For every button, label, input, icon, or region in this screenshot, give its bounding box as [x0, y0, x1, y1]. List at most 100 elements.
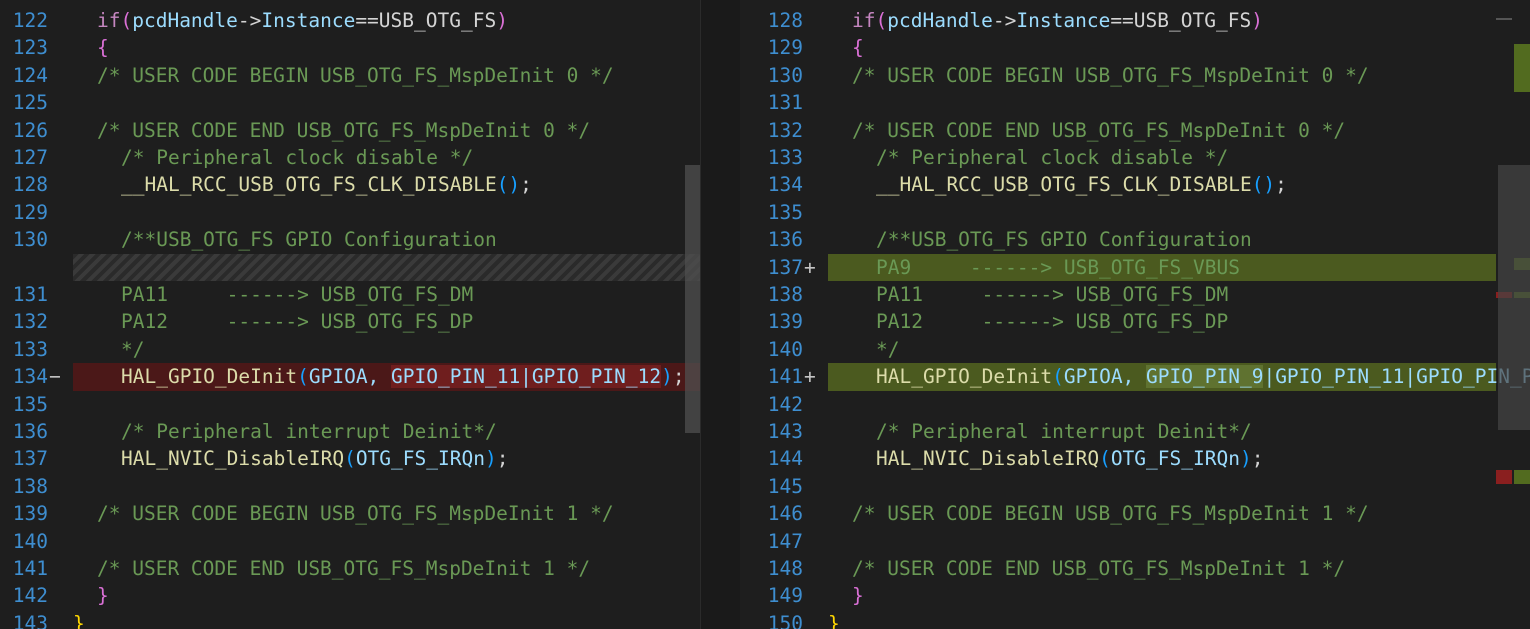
line-number: 148	[767, 557, 803, 580]
code-line-137: HAL_NVIC_DisableIRQ(OTG_FS_IRQn);	[73, 445, 700, 472]
line-number: 133	[12, 337, 48, 361]
left-scrollbar-thumb[interactable]	[685, 165, 700, 433]
argument: GPIOA,	[1063, 365, 1147, 389]
line-number: 142	[12, 584, 48, 608]
line-number: 127	[12, 146, 48, 169]
operator: ->	[992, 9, 1017, 32]
removed-highlight: GPIO_PIN_11|GPIO_PIN_12	[391, 365, 662, 389]
bracket: )	[496, 9, 508, 32]
code-line-141-added: HAL_GPIO_DeInit(GPIOA, GPIO_PIN_9|GPIO_P…	[828, 363, 1530, 391]
bracket: (	[344, 447, 356, 471]
line-number: 146	[767, 502, 803, 526]
brace: }	[73, 611, 85, 629]
bracket: ()	[1251, 173, 1276, 197]
bracket: (	[1099, 447, 1111, 471]
code-line-143: }	[73, 610, 700, 629]
brace: {	[852, 36, 864, 60]
function-call: HAL_NVIC_DisableIRQ	[121, 447, 345, 471]
line-number: 134	[767, 173, 803, 197]
comment: /* Peripheral interrupt Deinit*/	[876, 420, 1252, 443]
code-line-142: }	[73, 582, 700, 609]
bracket: )	[1251, 9, 1263, 32]
argument: GPIOA,	[308, 365, 392, 389]
line-number: 142	[767, 392, 803, 416]
identifier: Instance	[1016, 9, 1111, 32]
comment: /* USER CODE END USB_OTG_FS_MspDeInit 0 …	[852, 118, 1346, 142]
code-line-137-added: PA9 ------> USB_OTG_FS_VBUS	[828, 253, 1496, 281]
code-line-124: /* USER CODE BEGIN USB_OTG_FS_MspDeInit …	[73, 62, 700, 89]
line-number: 131	[12, 283, 48, 306]
original-pane[interactable]: 122 123 124 125 126 127 128 129 130 131 132 133 134−…	[0, 0, 700, 629]
code-line-127: /* Peripheral clock disable */	[73, 144, 700, 171]
code-line-136: /**USB_OTG_FS GPIO Configuration	[828, 226, 1496, 253]
comment: /* USER CODE BEGIN USB_OTG_FS_MspDeInit …	[852, 63, 1369, 87]
code-line-149: }	[828, 582, 1496, 609]
comment: /* USER CODE BEGIN USB_OTG_FS_MspDeInit …	[97, 63, 614, 87]
code-line-144: HAL_NVIC_DisableIRQ(OTG_FS_IRQn);	[828, 445, 1496, 472]
bracket: )	[1239, 447, 1252, 471]
code-line-139: /* USER CODE BEGIN USB_OTG_FS_MspDeInit …	[73, 500, 700, 527]
code-line-130: /* USER CODE BEGIN USB_OTG_FS_MspDeInit …	[828, 62, 1496, 89]
code-line-132: PA12 ------> USB_OTG_FS_DP	[73, 308, 700, 335]
comment: PA12 ------> USB_OTG_FS_DP	[121, 310, 474, 334]
comment: */	[876, 337, 900, 361]
line-number: 145	[767, 474, 803, 498]
brace: }	[828, 611, 840, 629]
code-line-134-removed: HAL_GPIO_DeInit(GPIOA, GPIO_PIN_11|GPIO_…	[73, 363, 700, 391]
line-number: 143	[12, 611, 48, 629]
code-line-150: }	[828, 610, 1496, 629]
identifier: Instance	[261, 9, 356, 32]
ruler-added-mark	[1514, 470, 1530, 484]
pane-divider[interactable]	[700, 0, 742, 629]
comment: /* Peripheral clock disable */	[876, 146, 1229, 169]
semicolon: ;	[672, 365, 685, 389]
line-number: 137	[767, 255, 803, 279]
semicolon: ;	[1251, 447, 1264, 471]
comment: PA11 ------> USB_OTG_FS_DM	[876, 283, 1229, 306]
keyword: if	[852, 9, 876, 32]
text: ==USB_OTG_FS	[355, 9, 497, 32]
identifier: pcdHandle	[132, 9, 238, 32]
comment: /**USB_OTG_FS GPIO Configuration	[876, 228, 1252, 252]
line-number: 138	[12, 474, 48, 498]
bracket: (	[120, 9, 133, 32]
line-number: 135	[12, 392, 48, 416]
left-code[interactable]: if(pcdHandle->Instance==USB_OTG_FS) { /*…	[73, 0, 700, 629]
function-call: HAL_GPIO_DeInit	[876, 365, 1053, 389]
bracket: )	[661, 365, 673, 389]
diff-placeholder	[73, 253, 700, 281]
code-line-143: /* Peripheral interrupt Deinit*/	[828, 418, 1496, 445]
line-number	[0, 254, 48, 281]
code-line-133: */	[73, 336, 700, 363]
comment: PA12 ------> USB_OTG_FS_DP	[876, 310, 1229, 334]
code-line-139: PA12 ------> USB_OTG_FS_DP	[828, 308, 1496, 335]
line-number: 137	[12, 447, 48, 471]
line-number: 141	[12, 557, 48, 580]
line-number: 123	[12, 36, 48, 60]
code-line-126: /* USER CODE END USB_OTG_FS_MspDeInit 0 …	[73, 117, 700, 144]
bracket: )	[484, 447, 497, 471]
comment: /* USER CODE BEGIN USB_OTG_FS_MspDeInit …	[97, 502, 614, 526]
comment: PA9 ------> USB_OTG_FS_VBUS	[876, 255, 1240, 279]
line-number: 149	[767, 584, 803, 608]
line-number: 139	[767, 310, 803, 334]
line-number: 136	[767, 228, 803, 252]
code-line-148: /* USER CODE END USB_OTG_FS_MspDeInit 1 …	[828, 555, 1496, 582]
right-code[interactable]: if(pcdHandle->Instance==USB_OTG_FS) { /*…	[828, 0, 1530, 629]
semicolon: ;	[520, 173, 532, 197]
line-number: 139	[12, 502, 48, 526]
semicolon: ;	[496, 447, 509, 471]
code-line-146: /* USER CODE BEGIN USB_OTG_FS_MspDeInit …	[828, 500, 1496, 527]
argument: OTG_FS_IRQn	[355, 447, 485, 471]
operator: ->	[237, 9, 262, 32]
comment: */	[121, 337, 145, 361]
code-line-140: */	[828, 336, 1496, 363]
function-call: __HAL_RCC_USB_OTG_FS_CLK_DISABLE	[876, 173, 1252, 197]
right-scrollbar-thumb[interactable]	[1498, 165, 1530, 430]
line-number: 140	[767, 337, 803, 361]
line-number: 130	[12, 228, 48, 252]
modified-pane[interactable]: 128 129 130 131 132 133 134 135 136 137 +138 139 140…	[740, 0, 1530, 629]
line-number: 124	[12, 63, 48, 87]
removed-marker: −	[49, 365, 61, 389]
code-line-136: /* Peripheral interrupt Deinit*/	[73, 418, 700, 445]
